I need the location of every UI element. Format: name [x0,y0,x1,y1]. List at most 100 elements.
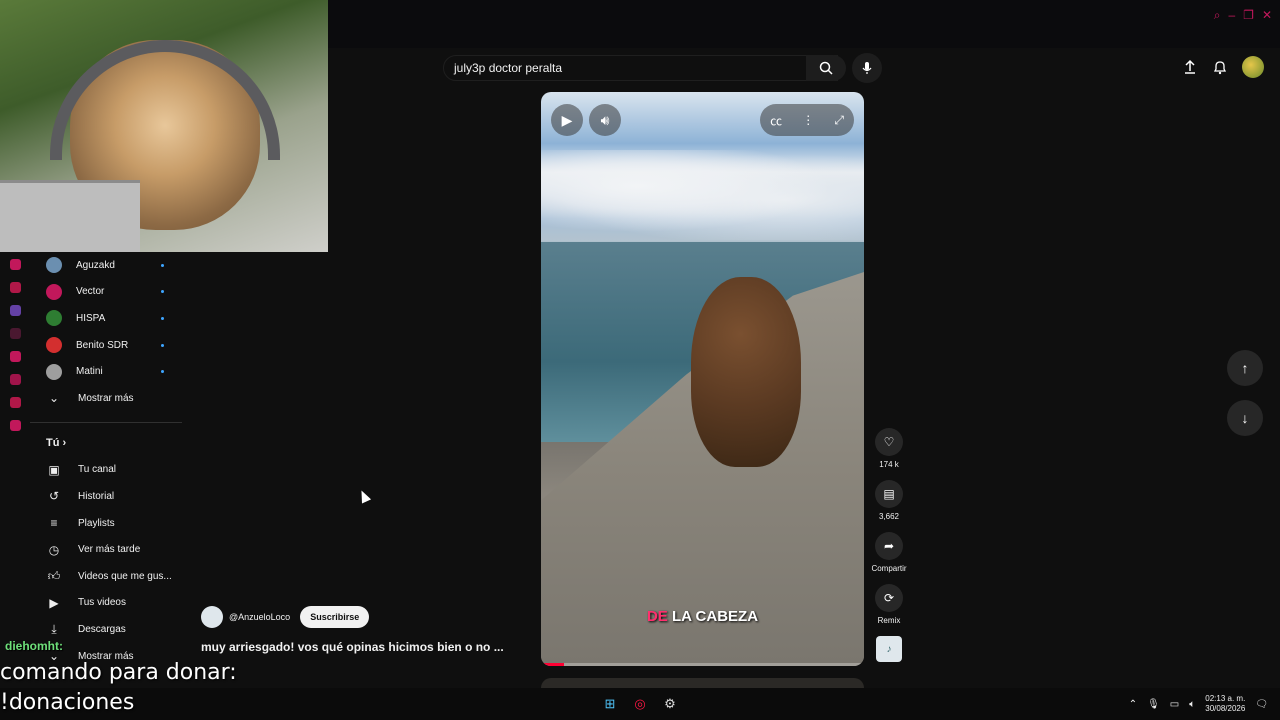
volume-button[interactable]: 🔊︎ [589,104,621,136]
donation-command: !donaciones [0,690,135,715]
fullscreen-icon[interactable]: ⤢ [834,113,844,128]
sidebar-item-playlists[interactable]: ≡ Playlists [30,510,182,537]
subscription-name: Benito SDR [76,339,129,351]
shorts-video-player[interactable]: ▶ 🔊︎ ㏄ ⋮ ⤢ DE LA CABEZA [541,92,864,666]
your-videos-icon: ▶ [49,595,59,610]
sidebar-item-tu-canal[interactable]: ▣ Tu canal [30,457,182,484]
sidebar-item-videos-que-me-gustan[interactable]: 👍︎ Videos que me gus... [30,563,182,590]
mouse-cursor [356,488,372,504]
previous-short-button[interactable]: ↑ [1227,350,1263,386]
more-options-icon[interactable]: ⋮ [802,113,814,127]
sidebar-item-historial[interactable]: ↺ Historial [30,483,182,510]
player-top-controls: ㏄ ⋮ ⤢ [760,104,854,136]
video-title[interactable]: muy arriesgado! vos qué opinas hicimos b… [201,640,504,654]
notifications-bell-icon[interactable] [1212,59,1228,75]
sidebar-item-label: Tus videos [78,597,126,609]
remix-icon: ⟳ [883,591,895,605]
subscribe-button[interactable]: Suscribirse [300,606,370,628]
avatar [46,363,62,380]
like-icon: 👍︎ [47,568,61,583]
like-button[interactable]: ♡ [875,428,903,456]
subscription-name: HISPA [76,312,106,324]
chevron-right-icon: › [62,436,67,449]
sidebar-subscription-aguzakd[interactable]: Aguzakd [30,252,182,279]
volume-icon: 🔊︎ [600,111,610,128]
sidebar-item-tus-videos[interactable]: ▶ Tus videos [30,590,182,617]
close-window-icon[interactable]: ✕ [1262,8,1272,23]
watch-later-icon: ◷ [48,542,60,557]
audio-thumbnail[interactable]: ♪ [876,636,902,662]
download-icon: ⤓ [51,621,57,636]
show-more-subscriptions-button[interactable]: ⌄ Mostrar más [30,385,182,412]
app-icon[interactable]: ⚙ [660,694,680,714]
new-content-dot [161,343,164,347]
remix-button[interactable]: ⟳ [875,584,903,612]
video-caption: DE LA CABEZA [541,608,864,625]
account-avatar[interactable] [1242,56,1264,78]
clock[interactable]: 02:13 a. m. 30/08/2026 [1205,694,1245,714]
minimize-icon[interactable]: – [1228,8,1235,23]
sidebar-item-label: Tu canal [78,464,116,476]
sidebar-item-label: Historial [78,490,115,502]
channel-avatar[interactable] [201,606,223,628]
remix-label: Remix [877,616,901,625]
sidebar-subscription-benito-sdr[interactable]: Benito SDR [30,332,182,359]
tiktok-icon [10,351,21,362]
new-content-dot [161,316,164,320]
avatar [46,337,62,354]
sidebar-item-label: Descargas [78,623,126,635]
system-tray: ⌃ 🎙︎ ▭ 🔈︎ 02:13 a. m. 30/08/2026 🗨︎ [1129,694,1268,714]
upload-icon[interactable] [1182,59,1198,75]
sidebar-divider [30,421,182,423]
notifications-icon[interactable]: 🗨︎ [1255,699,1268,710]
sidebar-subscription-vector[interactable]: Vector [30,279,182,306]
search-query[interactable]: july3p doctor peralta [454,61,562,75]
share-button[interactable]: ➦ [875,532,903,560]
sidebar-item-label: Videos que me gus... [78,570,172,582]
comments-button[interactable]: ▤ [875,480,903,508]
share-icon: ➦ [883,539,895,553]
twitch-icon [10,305,21,316]
voice-search-button[interactable] [852,53,882,83]
history-icon: ↺ [48,489,60,504]
search-icon [819,61,833,75]
social-icon-rail [0,252,30,688]
you-section-header[interactable]: Tú › [30,433,182,457]
subscription-name: Aguzakd [76,259,115,271]
sky-clouds [541,150,864,240]
play-button[interactable]: ▶ [551,104,583,136]
search-input[interactable]: july3p doctor peralta ✕ [443,55,838,81]
progress-bar[interactable] [541,663,864,666]
chevron-up-icon[interactable]: ⌃ [1129,699,1137,710]
date: 30/08/2026 [1205,704,1246,713]
windows-start-icon[interactable]: ⊞ [600,694,620,714]
taskbar-apps: ⊞ ◎ ⚙ [600,694,680,714]
next-short-button[interactable]: ↓ [1227,400,1263,436]
audio-icon: ♪ [886,643,892,655]
channel-name[interactable]: @AnzueloLoco [229,612,290,622]
caption-highlight: DE [646,608,668,625]
header-actions [1182,56,1264,78]
microphone-icon[interactable]: 🎙︎ [1147,699,1160,710]
sidebar-subscription-matini[interactable]: Matini [30,358,182,385]
headset-image [50,40,280,160]
new-content-dot [161,263,164,267]
sidebar-item-ver-mas-tarde[interactable]: ◷ Ver más tarde [30,536,182,563]
restore-icon[interactable]: ❐ [1243,8,1254,23]
arrow-up-icon: ↑ [1241,360,1249,376]
network-icon[interactable]: ▭ [1170,699,1179,710]
sidebar-subscription-hispa[interactable]: HISPA [30,305,182,332]
like-count: 174 k [879,460,899,469]
new-content-dot [161,290,164,294]
search-window-icon[interactable]: ⌕ [1214,8,1221,23]
comment-icon: ▤ [883,487,895,501]
play-icon: ▶ [561,111,573,128]
captions-icon[interactable]: ㏄ [770,112,782,129]
opera-gx-icon[interactable]: ◎ [630,694,650,714]
share-label: Compartir [871,564,907,573]
search-button[interactable] [806,55,846,81]
discord-icon [10,397,21,408]
subscription-name: Matini [76,366,103,378]
speaker-icon[interactable]: 🔈︎ [1189,699,1195,710]
sidebar-item-label: Playlists [78,517,115,529]
